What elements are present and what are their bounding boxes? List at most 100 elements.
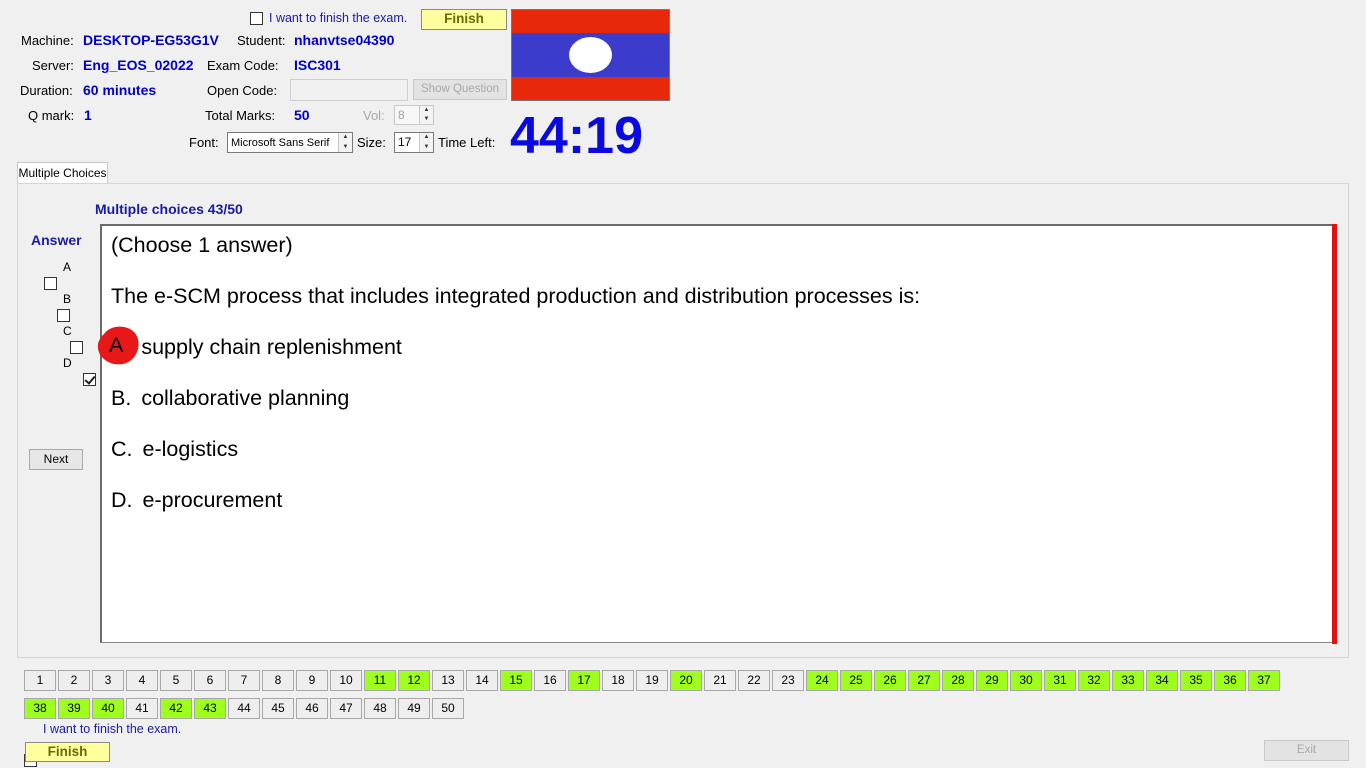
question-option-4: D. e-procurement [111, 488, 282, 513]
annotation-circle: A [96, 324, 141, 366]
answer-checkbox-c[interactable] [70, 341, 83, 354]
show-question-button[interactable]: Show Question [413, 79, 507, 100]
question-nav-button-24[interactable]: 24 [806, 670, 838, 691]
font-spinner-arrows[interactable]: ▲ ▼ [338, 133, 352, 152]
question-nav-button-18[interactable]: 18 [602, 670, 634, 691]
question-nav-button-16[interactable]: 16 [534, 670, 566, 691]
question-nav-button-26[interactable]: 26 [874, 670, 906, 691]
server-label: Server: [32, 58, 74, 73]
machine-label: Machine: [21, 33, 74, 48]
exit-button[interactable]: Exit [1264, 740, 1349, 761]
flag-top-stripe [512, 10, 669, 33]
question-progress: Multiple choices 43/50 [95, 201, 243, 217]
question-nav-button-30[interactable]: 30 [1010, 670, 1042, 691]
size-spinner[interactable]: 17 ▲ ▼ [394, 132, 434, 153]
time-left-value: 44:19 [510, 107, 643, 165]
question-nav-button-8[interactable]: 8 [262, 670, 294, 691]
question-nav-button-4[interactable]: 4 [126, 670, 158, 691]
question-nav-button-37[interactable]: 37 [1248, 670, 1280, 691]
question-nav-button-50[interactable]: 50 [432, 698, 464, 719]
question-nav-button-49[interactable]: 49 [398, 698, 430, 719]
question-nav-button-42[interactable]: 42 [160, 698, 192, 719]
question-nav-button-32[interactable]: 32 [1078, 670, 1110, 691]
question-nav-button-6[interactable]: 6 [194, 670, 226, 691]
flag-white-circle [569, 37, 612, 73]
option-letter: C. [111, 437, 133, 461]
finish-button-bottom[interactable]: Finish [25, 742, 110, 762]
question-nav-button-10[interactable]: 10 [330, 670, 362, 691]
tab-multiple-choices[interactable]: Multiple Choices [17, 162, 108, 184]
size-spinner-arrows[interactable]: ▲ ▼ [419, 133, 433, 152]
question-nav-button-46[interactable]: 46 [296, 698, 328, 719]
question-nav-button-23[interactable]: 23 [772, 670, 804, 691]
question-nav-button-36[interactable]: 36 [1214, 670, 1246, 691]
question-nav-button-44[interactable]: 44 [228, 698, 260, 719]
next-button[interactable]: Next [29, 449, 83, 470]
finish-button-top[interactable]: Finish [421, 9, 507, 30]
font-selector[interactable]: Microsoft Sans Serif ▲ ▼ [227, 132, 353, 153]
question-nav-button-43[interactable]: 43 [194, 698, 226, 719]
question-nav-button-33[interactable]: 33 [1112, 670, 1144, 691]
question-nav-button-35[interactable]: 35 [1180, 670, 1212, 691]
answer-checkbox-a[interactable] [44, 277, 57, 290]
question-nav-button-22[interactable]: 22 [738, 670, 770, 691]
question-content-box: (Choose 1 answer) The e-SCM process that… [100, 224, 1334, 643]
question-nav-button-48[interactable]: 48 [364, 698, 396, 719]
question-nav-button-14[interactable]: 14 [466, 670, 498, 691]
option-text: supply chain replenishment [141, 335, 402, 359]
finish-exam-checkbox-top[interactable] [250, 12, 263, 25]
font-label: Font: [189, 135, 219, 150]
open-code-input[interactable] [290, 79, 408, 101]
question-nav-button-27[interactable]: 27 [908, 670, 940, 691]
question-nav-button-20[interactable]: 20 [670, 670, 702, 691]
question-option-3: C. e-logistics [111, 437, 238, 462]
total-marks-label: Total Marks: [205, 108, 276, 123]
vol-label: Vol: [363, 108, 385, 123]
question-text: The e-SCM process that includes integrat… [111, 284, 921, 308]
option-text: e-procurement [142, 488, 283, 512]
size-label: Size: [357, 135, 386, 150]
qmark-label: Q mark: [28, 108, 75, 123]
question-nav-button-41[interactable]: 41 [126, 698, 158, 719]
exam-code-value: ISC301 [294, 57, 341, 73]
question-nav-button-47[interactable]: 47 [330, 698, 362, 719]
question-nav-button-40[interactable]: 40 [92, 698, 124, 719]
volume-spinner-arrows[interactable]: ▲ ▼ [419, 106, 433, 124]
question-nav-button-17[interactable]: 17 [568, 670, 600, 691]
laos-flag-image [511, 9, 670, 101]
answer-title: Answer [31, 232, 82, 248]
question-nav-button-28[interactable]: 28 [942, 670, 974, 691]
option-text: e-logistics [142, 437, 239, 461]
question-nav-button-11[interactable]: 11 [364, 670, 396, 691]
question-nav-button-7[interactable]: 7 [228, 670, 260, 691]
answer-checkbox-b[interactable] [57, 309, 70, 322]
volume-spinner[interactable]: 8 ▲ ▼ [394, 105, 434, 125]
option-letter: D. [111, 488, 133, 512]
question-nav-button-34[interactable]: 34 [1146, 670, 1178, 691]
font-value: Microsoft Sans Serif [231, 137, 330, 149]
question-nav-button-29[interactable]: 29 [976, 670, 1008, 691]
question-nav-button-45[interactable]: 45 [262, 698, 294, 719]
question-nav-button-3[interactable]: 3 [92, 670, 124, 691]
question-option-2: B. collaborative planning [111, 386, 349, 411]
question-nav-button-21[interactable]: 21 [704, 670, 736, 691]
question-nav-button-38[interactable]: 38 [24, 698, 56, 719]
question-nav-button-25[interactable]: 25 [840, 670, 872, 691]
question-nav-button-39[interactable]: 39 [58, 698, 90, 719]
duration-label: Duration: [20, 83, 73, 98]
question-nav-button-31[interactable]: 31 [1044, 670, 1076, 691]
open-code-label: Open Code: [207, 83, 278, 98]
answer-options: A B C D [0, 16, 1366, 386]
question-nav-button-2[interactable]: 2 [58, 670, 90, 691]
student-value: nhanvtse04390 [294, 32, 395, 48]
question-nav-button-12[interactable]: 12 [398, 670, 430, 691]
flag-middle-stripe [512, 33, 669, 77]
question-nav-button-9[interactable]: 9 [296, 670, 328, 691]
question-nav-button-5[interactable]: 5 [160, 670, 192, 691]
answer-checkbox-d[interactable] [83, 373, 96, 386]
question-nav-button-19[interactable]: 19 [636, 670, 668, 691]
question-nav-button-13[interactable]: 13 [432, 670, 464, 691]
question-nav-button-1[interactable]: 1 [24, 670, 56, 691]
answer-label-d: D [63, 356, 72, 370]
question-nav-button-15[interactable]: 15 [500, 670, 532, 691]
